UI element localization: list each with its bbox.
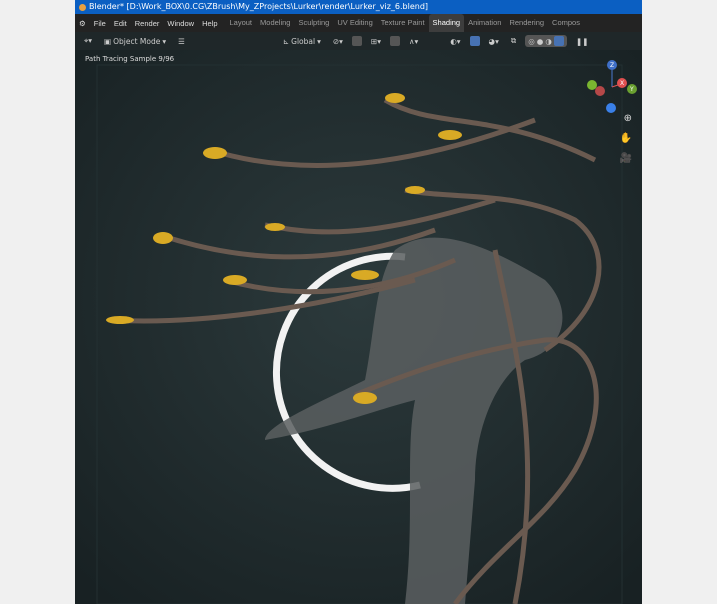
rendered-shading-icon[interactable]: [553, 36, 564, 46]
pause-render-icon[interactable]: ❚❚: [573, 36, 592, 47]
proportional-edit-icon[interactable]: [389, 36, 400, 46]
camera-view-icon[interactable]: 🎥: [620, 153, 632, 164]
tab-texture-paint[interactable]: Texture Paint: [377, 14, 429, 32]
visibility-dropdown[interactable]: ◐▾: [447, 36, 463, 47]
shading-modes[interactable]: ◎ ● ◑: [525, 35, 567, 47]
tab-uv-editing[interactable]: UV Editing: [333, 14, 376, 32]
zoom-icon[interactable]: ⊕: [624, 113, 632, 124]
menu-bar: ⚙ File Edit Render Window Help Layout Mo…: [75, 14, 642, 32]
orientation-icon: ⊾: [282, 36, 290, 46]
blender-window: Blender* [D:\Work_BOX\0.CG\ZBrush\My_ZPr…: [75, 0, 642, 604]
3d-viewport-render[interactable]: [75, 50, 642, 604]
z-axis-neg-handle: [606, 103, 616, 113]
pivot-dropdown[interactable]: ⊘▾: [330, 36, 346, 47]
render-status: Path Tracing Sample 9/96: [85, 55, 175, 63]
tab-modeling[interactable]: Modeling: [256, 14, 294, 32]
y-axis-label: Y: [629, 86, 634, 93]
falloff-dropdown[interactable]: ∧▾: [406, 36, 421, 47]
pan-hand-icon[interactable]: ✋: [620, 133, 632, 144]
menu-toggle-icon[interactable]: ☰: [175, 36, 188, 47]
blender-menu-icon[interactable]: ⚙: [75, 19, 90, 28]
tab-layout[interactable]: Layout: [226, 14, 257, 32]
gizmo-toggle-icon[interactable]: [469, 36, 480, 46]
menu-edit[interactable]: Edit: [110, 19, 131, 28]
orientation-label: Global: [291, 36, 316, 46]
title-bar: Blender* [D:\Work_BOX\0.CG\ZBrush\My_ZPr…: [75, 0, 642, 14]
y-axis-neg-handle: [587, 80, 597, 90]
solid-shading-icon[interactable]: ●: [537, 37, 544, 46]
overlay-dropdown[interactable]: ◕▾: [486, 36, 502, 47]
editor-type-button[interactable]: ⌖▾: [81, 35, 95, 47]
menu-help[interactable]: Help: [198, 19, 221, 28]
tab-compositing[interactable]: Compos: [548, 14, 584, 32]
tab-sculpting[interactable]: Sculpting: [294, 14, 333, 32]
menu-file[interactable]: File: [90, 19, 110, 28]
viewport-header: ⌖▾ ▣ Object Mode ▾ ☰ ⊾ Global ▾ ⊘▾ ⊞▾ ∧▾…: [75, 32, 642, 50]
xray-icon[interactable]: ⧉: [508, 35, 519, 47]
blender-logo-icon: [79, 3, 86, 11]
material-shading-icon[interactable]: ◑: [545, 37, 552, 46]
z-axis-label: Z: [610, 62, 614, 69]
tab-rendering[interactable]: Rendering: [505, 14, 548, 32]
navigation-gizmo[interactable]: Z X Y: [582, 55, 642, 185]
orientation-dropdown[interactable]: ⊾ Global ▾: [280, 36, 324, 47]
menu-render[interactable]: Render: [131, 19, 164, 28]
window-title: Blender* [D:\Work_BOX\0.CG\ZBrush\My_ZPr…: [89, 2, 429, 11]
object-mode-icon: ▣: [104, 36, 112, 46]
snap-target-dropdown[interactable]: ⊞▾: [368, 36, 384, 47]
wireframe-shading-icon[interactable]: ◎: [528, 37, 535, 46]
x-axis-neg-handle: [595, 86, 605, 96]
x-axis-label: X: [620, 80, 624, 87]
tab-shading[interactable]: Shading: [428, 14, 465, 32]
mode-dropdown[interactable]: ▣ Object Mode ▾: [101, 36, 169, 47]
menu-window[interactable]: Window: [163, 19, 198, 28]
mode-label: Object Mode: [113, 36, 161, 46]
snap-icon[interactable]: [351, 36, 362, 46]
tab-animation[interactable]: Animation: [464, 14, 505, 32]
